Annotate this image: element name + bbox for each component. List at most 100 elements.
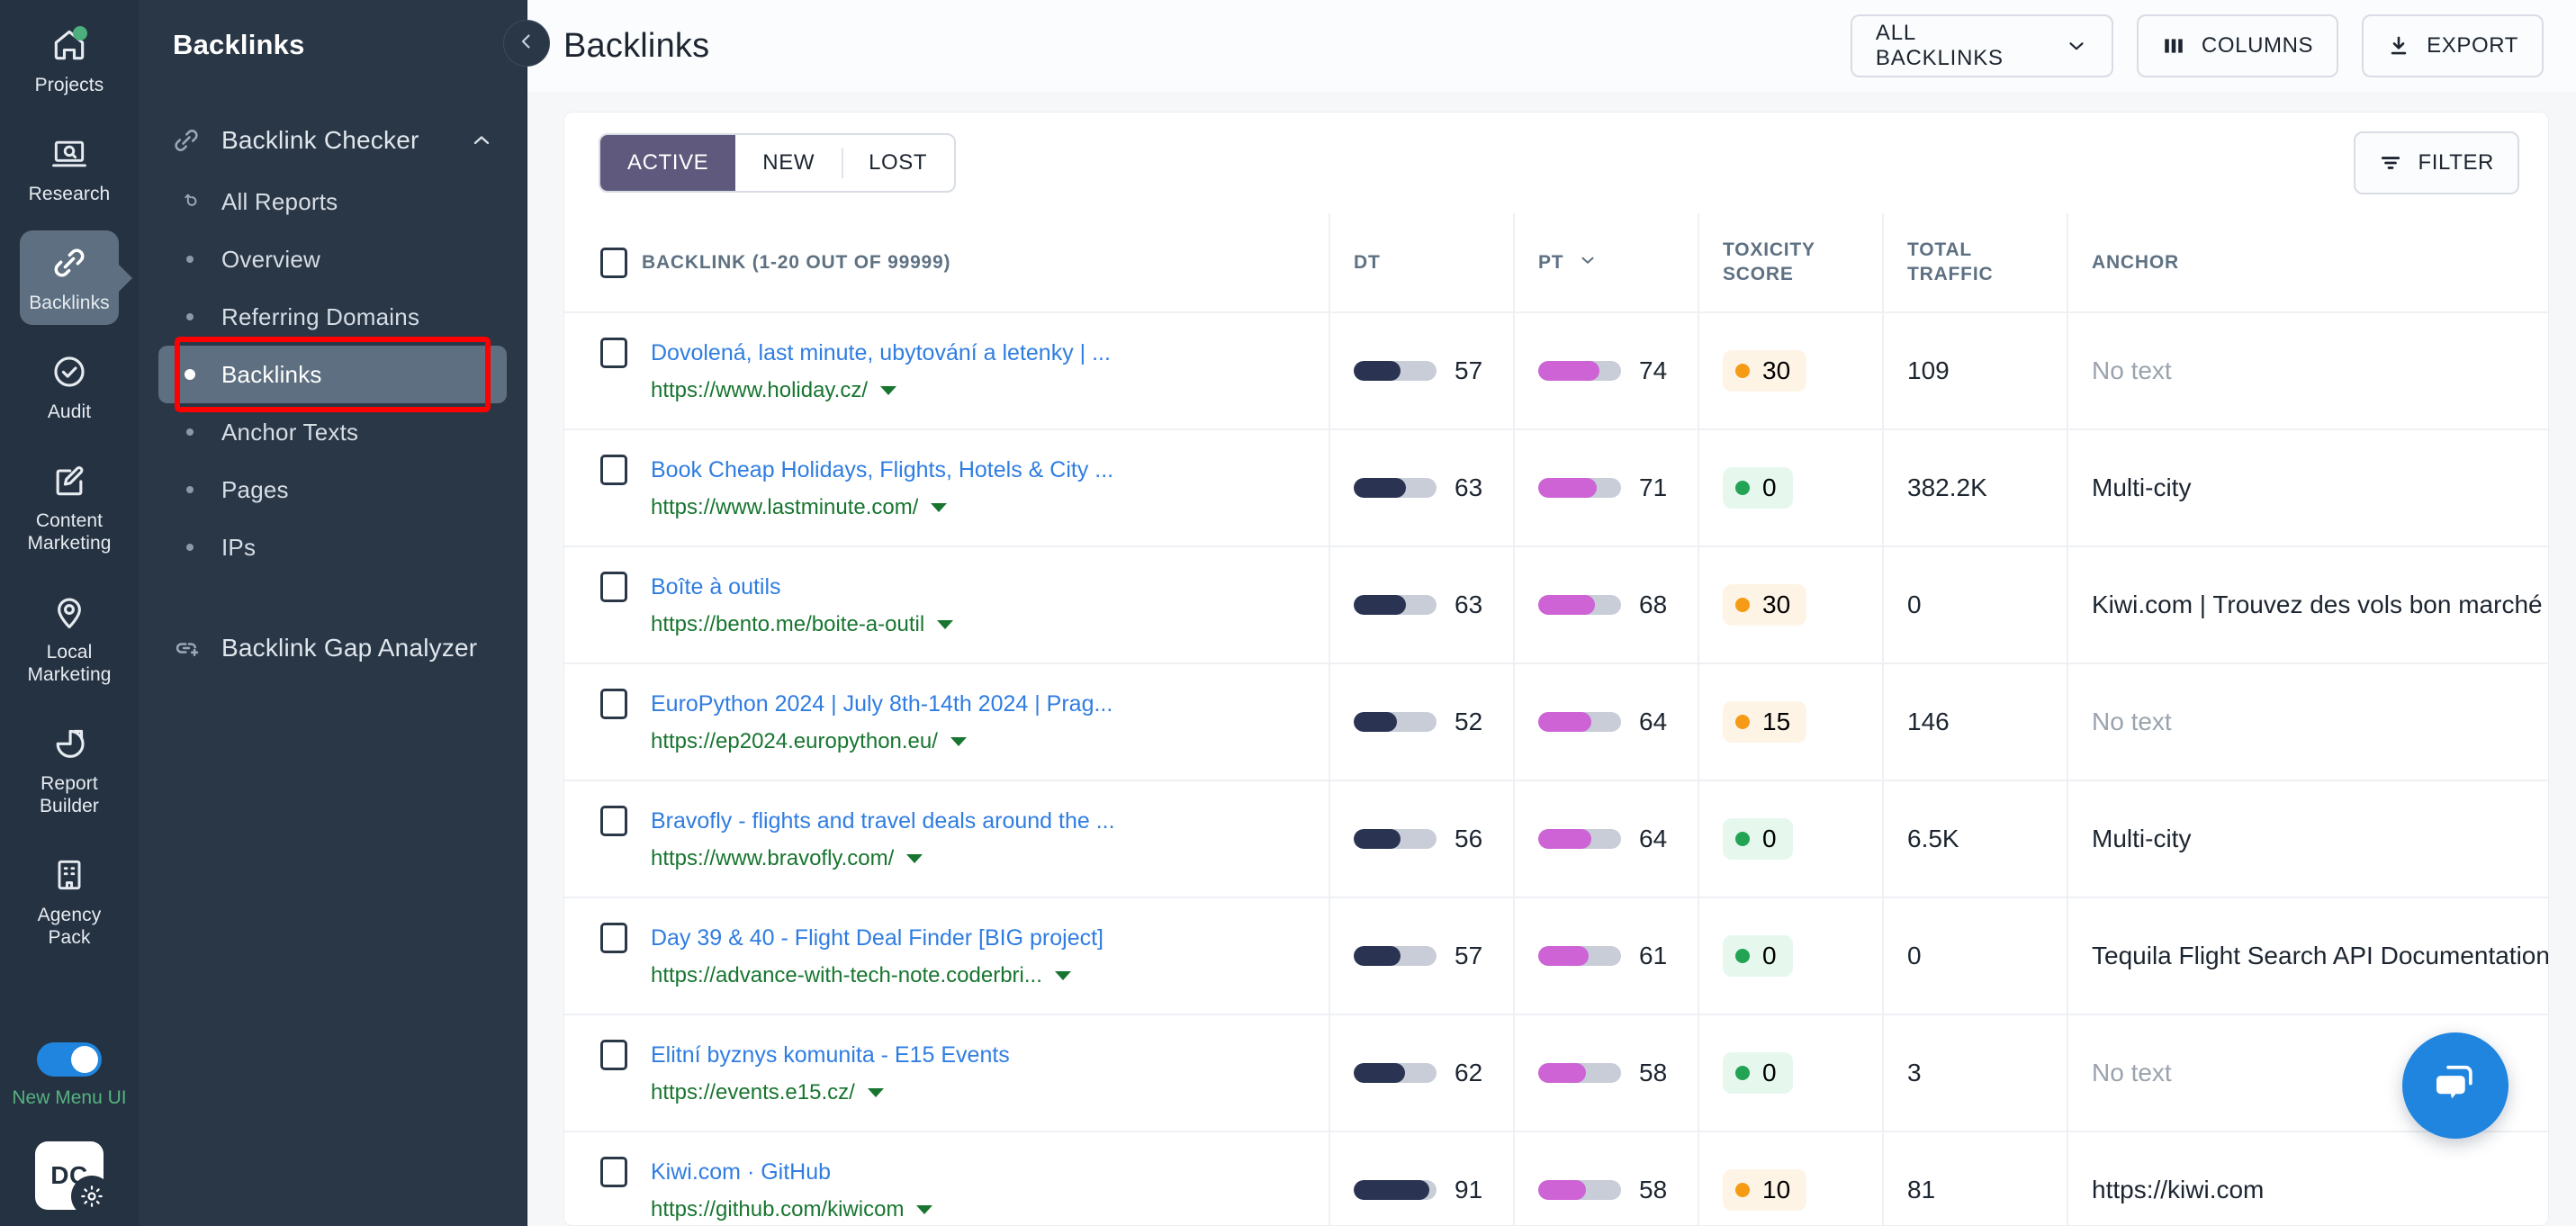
sort-chevron-down-icon[interactable] (1578, 250, 1598, 275)
backlink-title-link[interactable]: Dovolená, last minute, ubytování a leten… (651, 338, 1111, 368)
chevron-up-icon[interactable] (469, 128, 494, 153)
backlink-url[interactable]: https://bento.me/boite-a-outil (651, 611, 924, 638)
row-checkbox[interactable] (600, 806, 627, 836)
backlink-title-link[interactable]: EuroPython 2024 | July 8th-14th 2024 | P… (651, 689, 1112, 719)
tab-new[interactable]: NEW (735, 135, 842, 191)
status-segmented-control: ACTIVE NEW LOST (599, 133, 957, 193)
url-dropdown-caret-icon[interactable] (1054, 971, 1071, 980)
scope-selector-dropdown[interactable]: ALL BACKLINKS (1850, 14, 2113, 77)
chat-support-button[interactable] (2402, 1032, 2508, 1139)
url-dropdown-caret-icon[interactable] (931, 503, 948, 512)
table-row[interactable]: Bravofly - flights and travel deals arou… (564, 780, 2548, 898)
chat-bubble-icon (2430, 1059, 2481, 1113)
row-checkbox[interactable] (600, 338, 627, 368)
rail-item-report-builder[interactable]: Report Builder (20, 711, 119, 828)
backlink-url[interactable]: https://ep2024.europython.eu/ (651, 728, 938, 755)
sidebar-item-overview[interactable]: Overview (158, 230, 507, 288)
column-header-anchor-label: ANCHOR (2092, 251, 2179, 273)
table-row[interactable]: Elitní byznys komunita - E15 Events https… (564, 1014, 2548, 1132)
backlink-title-link[interactable]: Boîte à outils (651, 572, 953, 602)
table-row[interactable]: Dovolená, last minute, ubytování a leten… (564, 312, 2548, 430)
sidebar-item-label: All Reports (221, 187, 338, 215)
rail-item-backlinks[interactable]: Backlinks (20, 230, 119, 325)
backlink-title-link[interactable]: Kiwi.com · GitHub (651, 1157, 932, 1187)
download-icon (2387, 34, 2410, 58)
table-row[interactable]: Book Cheap Holidays, Flights, Hotels & C… (564, 429, 2548, 547)
building-icon (50, 855, 89, 895)
backlink-title-link[interactable]: Day 39 & 40 - Flight Deal Finder [BIG pr… (651, 923, 1103, 953)
tab-lost[interactable]: LOST (842, 135, 954, 191)
column-header-dt[interactable]: DT (1329, 213, 1515, 313)
backlink-url[interactable]: https://advance-with-tech-note.coderbri.… (651, 962, 1042, 989)
column-header-total-traffic[interactable]: TOTAL TRAFFIC (1883, 213, 2068, 313)
main-area: Backlinks ALL BACKLINKS COLUMNS EXPORT A… (527, 0, 2576, 1226)
backlink-url[interactable]: https://www.bravofly.com/ (651, 845, 894, 872)
nav-group-backlink-checker[interactable]: Backlink Checker (139, 108, 527, 173)
table-row[interactable]: Boîte à outils https://bento.me/boite-a-o… (564, 546, 2548, 664)
backlink-url[interactable]: https://www.lastminute.com/ (651, 494, 918, 521)
sidebar-item-anchor-texts[interactable]: Anchor Texts (158, 403, 507, 461)
rail-item-projects[interactable]: Projects (20, 13, 119, 107)
backlink-title-link[interactable]: Bravofly - flights and travel deals arou… (651, 806, 1115, 836)
sidebar-item-backlinks[interactable]: Backlinks (158, 337, 507, 412)
tab-active[interactable]: ACTIVE (600, 135, 736, 191)
table-row[interactable]: Kiwi.com · GitHub https://github.com/kiwi… (564, 1131, 2548, 1225)
column-header-anchor[interactable]: ANCHOR (2067, 213, 2548, 313)
table-row[interactable]: Day 39 & 40 - Flight Deal Finder [BIG pr… (564, 897, 2548, 1015)
backlink-title-link[interactable]: Book Cheap Holidays, Flights, Hotels & C… (651, 455, 1113, 485)
toxicity-value: 0 (1762, 942, 1777, 969)
url-dropdown-caret-icon[interactable] (937, 620, 954, 629)
pt-value: 71 (1639, 473, 1668, 501)
dt-bar (1354, 595, 1437, 615)
rail-item-agency-pack[interactable]: Agency Pack (20, 843, 119, 960)
pt-value: 74 (1639, 356, 1668, 384)
row-checkbox[interactable] (600, 689, 627, 719)
backlink-url[interactable]: https://events.e15.cz/ (651, 1079, 855, 1106)
toxicity-dot-icon (1735, 364, 1750, 378)
cell-toxicity-score: 30 (1698, 546, 1884, 664)
backlink-url[interactable]: https://www.holiday.cz/ (651, 377, 868, 404)
cell-pt: 61 (1514, 897, 1699, 1015)
sidebar-item-referring-domains[interactable]: Referring Domains (158, 288, 507, 346)
export-button[interactable]: EXPORT (2362, 14, 2544, 77)
rail-item-content-marketing[interactable]: Content Marketing (20, 448, 119, 565)
row-checkbox[interactable] (600, 923, 627, 953)
filter-icon (2379, 151, 2402, 175)
table-row[interactable]: EuroPython 2024 | July 8th-14th 2024 | P… (564, 663, 2548, 781)
backlink-url[interactable]: https://github.com/kiwicom (651, 1196, 904, 1223)
toxicity-badge: 30 (1723, 350, 1807, 392)
url-dropdown-caret-icon[interactable] (867, 1088, 884, 1097)
row-checkbox[interactable] (600, 572, 627, 602)
rail-item-local-marketing[interactable]: Local Marketing (20, 580, 119, 697)
columns-button[interactable]: COLUMNS (2136, 14, 2339, 77)
column-header-pt[interactable]: PT (1514, 213, 1699, 313)
sidebar-item-ips[interactable]: IPs (158, 518, 507, 576)
url-dropdown-caret-icon[interactable] (916, 1205, 933, 1214)
sidebar-item-all-reports[interactable]: All Reports (158, 173, 507, 230)
rail-item-audit[interactable]: Audit (20, 339, 119, 434)
sidebar-item-pages[interactable]: Pages (158, 461, 507, 518)
filter-button[interactable]: FILTER (2353, 131, 2519, 194)
rail-item-label: Projects (34, 75, 104, 95)
subnav-title: Backlinks (173, 29, 305, 60)
gear-icon[interactable] (71, 1176, 113, 1217)
row-checkbox[interactable] (600, 1157, 627, 1187)
row-checkbox[interactable] (600, 1040, 627, 1070)
url-dropdown-caret-icon[interactable] (879, 386, 896, 395)
column-header-backlink[interactable]: BACKLINK (1-20 OUT OF 99999) (564, 213, 1330, 313)
column-header-toxicity-score[interactable]: TOXICITY SCORE (1698, 213, 1884, 313)
column-header-pt-label: PT (1538, 251, 1564, 273)
row-checkbox[interactable] (600, 455, 627, 485)
rail-item-research[interactable]: Research (20, 122, 119, 216)
columns-button-label: COLUMNS (2201, 33, 2314, 58)
toxicity-badge: 10 (1723, 1169, 1807, 1211)
url-dropdown-caret-icon[interactable] (906, 854, 923, 863)
select-all-checkbox[interactable] (600, 247, 627, 278)
avatar-wrapper[interactable]: DC (35, 1141, 113, 1217)
nav-group-backlink-gap-analyzer[interactable]: Backlink Gap Analyzer (139, 616, 527, 681)
new-menu-ui-toggle[interactable] (37, 1042, 102, 1077)
collapse-sidebar-button[interactable] (503, 20, 550, 67)
url-dropdown-caret-icon[interactable] (950, 737, 967, 746)
toxicity-value: 30 (1762, 590, 1791, 618)
backlink-title-link[interactable]: Elitní byznys komunita - E15 Events (651, 1040, 1010, 1070)
